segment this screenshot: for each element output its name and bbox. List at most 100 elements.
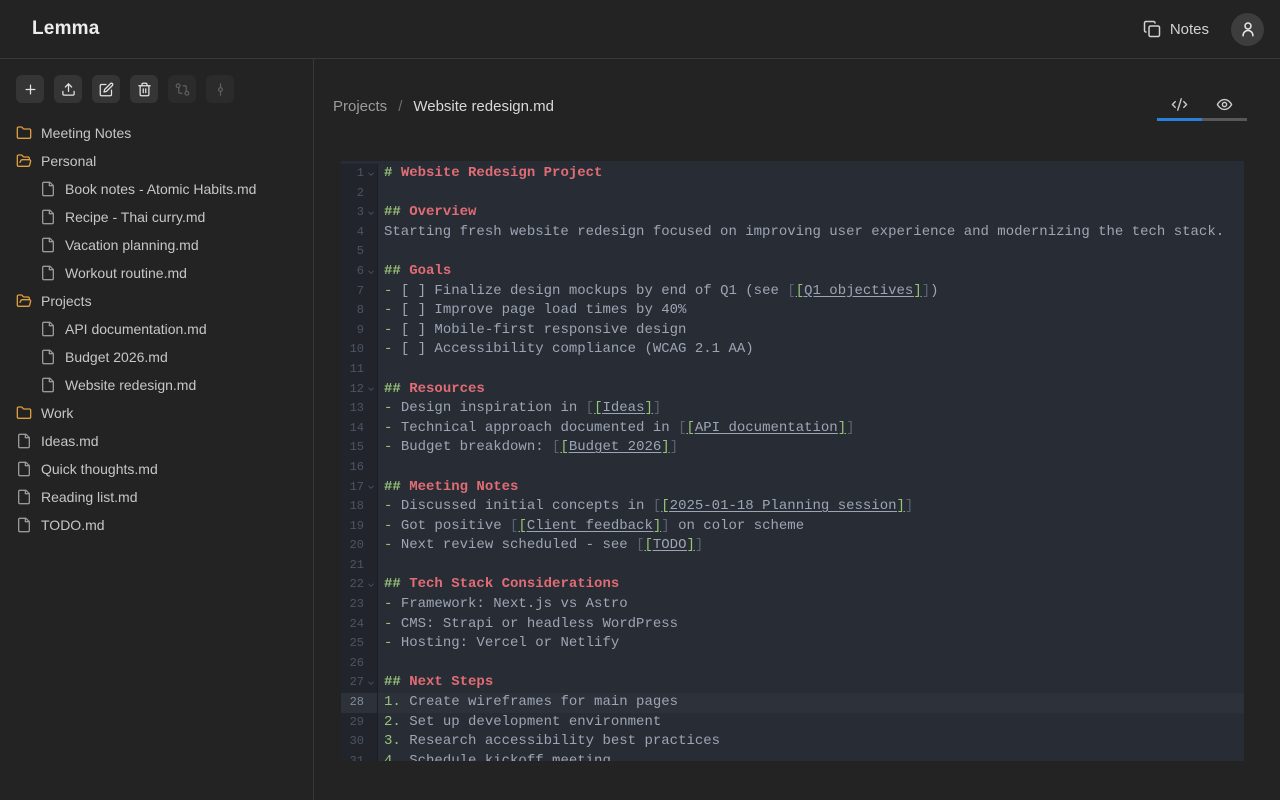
wiki-link[interactable]: 2025-01-18 Planning session bbox=[670, 498, 897, 514]
preview-button[interactable] bbox=[1202, 91, 1247, 118]
wiki-link[interactable]: ] bbox=[661, 439, 669, 455]
wiki-link[interactable]: [ bbox=[796, 283, 804, 299]
editor-line-24[interactable]: 24- CMS: Strapi or headless WordPress bbox=[341, 615, 1244, 635]
fold-chevron-down-icon[interactable] bbox=[364, 385, 377, 393]
toolbar-edit-button[interactable] bbox=[92, 75, 120, 103]
wiki-link[interactable]: ] bbox=[897, 498, 905, 514]
editor-line-6[interactable]: 6## Goals bbox=[341, 262, 1244, 282]
tree-file-website-redesign-md[interactable]: Website redesign.md bbox=[16, 371, 313, 399]
line-number: 27 bbox=[341, 673, 364, 693]
tree-file-todo-md[interactable]: TODO.md bbox=[16, 511, 313, 539]
line-number: 9 bbox=[341, 321, 364, 341]
tree-file-recipe-thai-curry-md[interactable]: Recipe - Thai curry.md bbox=[16, 203, 313, 231]
editor-line-18[interactable]: 18- Discussed initial concepts in [[2025… bbox=[341, 497, 1244, 517]
editor-line-28[interactable]: 281. Create wireframes for main pages bbox=[341, 693, 1244, 713]
gutter: 22 bbox=[341, 575, 378, 595]
editor-line-13[interactable]: 13- Design inspiration in [[Ideas]] bbox=[341, 399, 1244, 419]
tree-file-workout-routine-md[interactable]: Workout routine.md bbox=[16, 259, 313, 287]
fold-chevron-down-icon[interactable] bbox=[364, 483, 377, 491]
wiki-link[interactable]: [ bbox=[661, 498, 669, 514]
toolbar-delete-button[interactable] bbox=[130, 75, 158, 103]
tree-folder-projects[interactable]: Projects bbox=[16, 287, 313, 315]
editor-line-15[interactable]: 15- Budget breakdown: [[Budget 2026]] bbox=[341, 438, 1244, 458]
source-view-button[interactable] bbox=[1157, 91, 1202, 118]
wiki-link[interactable]: Q1 objectives bbox=[804, 283, 913, 299]
code-segment: - bbox=[384, 420, 401, 436]
tree-file-reading-list-md[interactable]: Reading list.md bbox=[16, 483, 313, 511]
editor-line-19[interactable]: 19- Got positive [[Client feedback]] on … bbox=[341, 517, 1244, 537]
code-segment: Goals bbox=[409, 263, 451, 279]
fold-chevron-down-icon[interactable] bbox=[364, 170, 377, 178]
editor-line-17[interactable]: 17## Meeting Notes bbox=[341, 478, 1244, 498]
tree-item-label: Meeting Notes bbox=[41, 125, 131, 141]
fold-chevron-down-icon[interactable] bbox=[364, 581, 377, 589]
wiki-link[interactable]: API documentation bbox=[695, 420, 838, 436]
code-segment: on color scheme bbox=[670, 518, 804, 534]
editor-line-10[interactable]: 10- [ ] Accessibility compliance (WCAG 2… bbox=[341, 340, 1244, 360]
tree-file-book-notes-atomic-habits-md[interactable]: Book notes - Atomic Habits.md bbox=[16, 175, 313, 203]
editor-line-23[interactable]: 23- Framework: Next.js vs Astro bbox=[341, 595, 1244, 615]
code-content: - Next review scheduled - see [[TODO]] bbox=[378, 536, 703, 556]
tree-file-vacation-planning-md[interactable]: Vacation planning.md bbox=[16, 231, 313, 259]
editor-line-8[interactable]: 8- [ ] Improve page load times by 40% bbox=[341, 301, 1244, 321]
editor-line-21[interactable]: 21 bbox=[341, 556, 1244, 576]
tree-folder-work[interactable]: Work bbox=[16, 399, 313, 427]
code-segment: ) bbox=[930, 283, 938, 299]
wiki-link[interactable]: ] bbox=[644, 400, 652, 416]
editor-line-31[interactable]: 314. Schedule kickoff meeting bbox=[341, 752, 1244, 761]
tree-file-ideas-md[interactable]: Ideas.md bbox=[16, 427, 313, 455]
tree-file-api-documentation-md[interactable]: API documentation.md bbox=[16, 315, 313, 343]
breadcrumb-folder[interactable]: Projects bbox=[333, 98, 387, 115]
editor-line-14[interactable]: 14- Technical approach documented in [[A… bbox=[341, 419, 1244, 439]
editor-line-29[interactable]: 292. Set up development environment bbox=[341, 713, 1244, 733]
wiki-link[interactable]: [ bbox=[518, 518, 526, 534]
wiki-link[interactable]: TODO bbox=[653, 537, 687, 553]
fold-chevron-down-icon[interactable] bbox=[364, 268, 377, 276]
tree-file-budget-2026-md[interactable]: Budget 2026.md bbox=[16, 343, 313, 371]
breadcrumb-separator: / bbox=[398, 98, 402, 115]
tree-folder-personal[interactable]: Personal bbox=[16, 147, 313, 175]
wiki-link[interactable]: [ bbox=[560, 439, 568, 455]
editor-line-25[interactable]: 25- Hosting: Vercel or Netlify bbox=[341, 634, 1244, 654]
wiki-link[interactable]: ] bbox=[686, 537, 694, 553]
toolbar-upload-button[interactable] bbox=[54, 75, 82, 103]
wiki-link[interactable]: [ bbox=[644, 537, 652, 553]
editor-line-1[interactable]: 1# Website Redesign Project bbox=[341, 164, 1244, 184]
wiki-link[interactable]: [ bbox=[686, 420, 694, 436]
editor-line-3[interactable]: 3## Overview bbox=[341, 203, 1244, 223]
editor-line-20[interactable]: 20- Next review scheduled - see [[TODO]] bbox=[341, 536, 1244, 556]
editor-line-9[interactable]: 9- [ ] Mobile-first responsive design bbox=[341, 321, 1244, 341]
code-segment: Set up development environment bbox=[409, 714, 661, 730]
wiki-link[interactable]: Budget 2026 bbox=[569, 439, 661, 455]
notes-nav-button[interactable]: Notes bbox=[1143, 20, 1209, 38]
code-segment: - bbox=[384, 439, 401, 455]
tree-folder-meeting-notes[interactable]: Meeting Notes bbox=[16, 119, 313, 147]
editor-line-30[interactable]: 303. Research accessibility best practic… bbox=[341, 732, 1244, 752]
fold-chevron-down-icon[interactable] bbox=[364, 679, 377, 687]
editor-line-5[interactable]: 5 bbox=[341, 242, 1244, 262]
toolbar-git-compare-button bbox=[168, 75, 196, 103]
wiki-link[interactable]: ] bbox=[838, 420, 846, 436]
fold-chevron-down-icon[interactable] bbox=[364, 209, 377, 217]
code-segment: CMS: Strapi or headless WordPress bbox=[401, 616, 678, 632]
editor-line-11[interactable]: 11 bbox=[341, 360, 1244, 380]
editor-line-22[interactable]: 22## Tech Stack Considerations bbox=[341, 575, 1244, 595]
editor-line-4[interactable]: 4Starting fresh website redesign focused… bbox=[341, 223, 1244, 243]
wiki-link[interactable]: ] bbox=[913, 283, 921, 299]
folder-open-icon bbox=[16, 293, 32, 309]
wiki-link[interactable]: Client feedback bbox=[527, 518, 653, 534]
editor-line-7[interactable]: 7- [ ] Finalize design mockups by end of… bbox=[341, 282, 1244, 302]
line-number: 10 bbox=[341, 340, 364, 360]
user-avatar[interactable] bbox=[1231, 13, 1264, 46]
editor-line-26[interactable]: 26 bbox=[341, 654, 1244, 674]
markdown-editor[interactable]: 1# Website Redesign Project23## Overview… bbox=[341, 161, 1244, 761]
gutter: 23 bbox=[341, 595, 378, 615]
editor-line-27[interactable]: 27## Next Steps bbox=[341, 673, 1244, 693]
editor-line-16[interactable]: 16 bbox=[341, 458, 1244, 478]
code-content: - [ ] Improve page load times by 40% bbox=[378, 301, 686, 321]
toolbar-new-note-button[interactable] bbox=[16, 75, 44, 103]
tree-file-quick-thoughts-md[interactable]: Quick thoughts.md bbox=[16, 455, 313, 483]
wiki-link[interactable]: Ideas bbox=[602, 400, 644, 416]
editor-line-12[interactable]: 12## Resources bbox=[341, 380, 1244, 400]
editor-line-2[interactable]: 2 bbox=[341, 184, 1244, 204]
